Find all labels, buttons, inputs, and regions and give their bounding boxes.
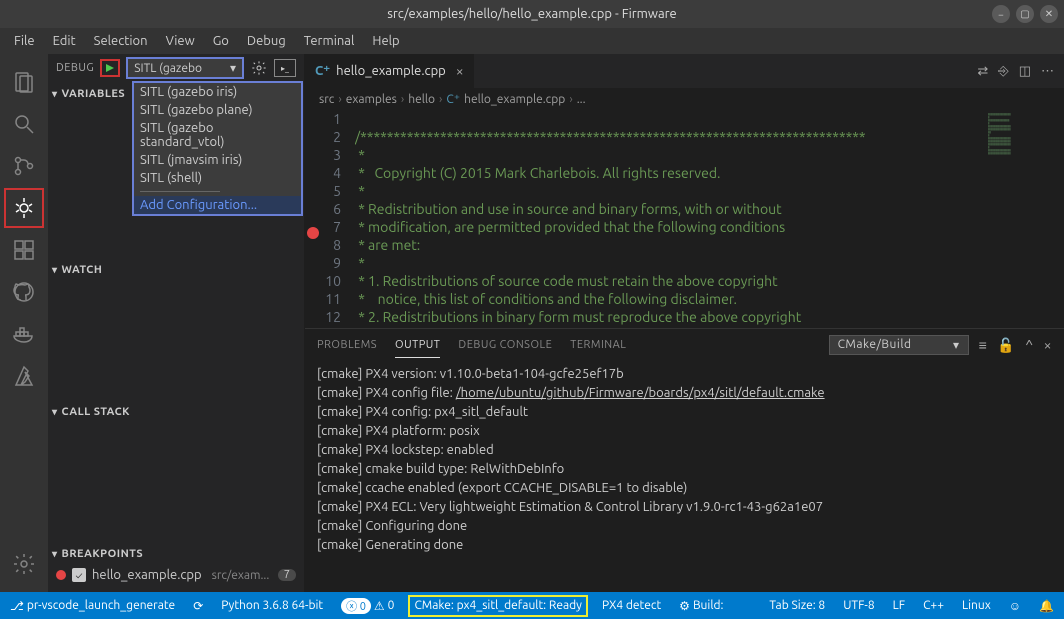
azure-icon[interactable] <box>4 356 44 396</box>
menu-debug[interactable]: Debug <box>239 31 294 51</box>
git-icon[interactable]: ⎆ <box>998 64 1008 79</box>
maximize-panel-icon[interactable]: ^ <box>1025 337 1033 353</box>
menu-edit[interactable]: Edit <box>45 31 84 51</box>
status-lang[interactable]: C++ <box>919 595 948 617</box>
editor-tab-bar: C⁺ hello_example.cpp × ⇄ ⎆ ◫ ⋯ <box>305 54 1064 88</box>
debug-label: DEBUG <box>56 62 94 74</box>
sync-icon: ⟳ <box>193 599 203 613</box>
status-feedback-icon[interactable]: ☺ <box>1005 595 1025 617</box>
more-actions-icon[interactable]: ⋯ <box>1041 64 1054 79</box>
gutter-breakpoint-icon[interactable] <box>307 227 319 239</box>
bottom-panel: PROBLEMS OUTPUT DEBUG CONSOLE TERMINAL C… <box>305 328 1064 566</box>
menu-file[interactable]: File <box>6 31 43 51</box>
github-icon[interactable] <box>4 272 44 312</box>
lock-scroll-icon[interactable]: 🔓 <box>997 337 1015 354</box>
breakpoint-file: hello_example.cpp <box>92 568 202 582</box>
docker-icon[interactable] <box>4 314 44 354</box>
output-channel-select[interactable]: CMake/Build▾ <box>829 335 969 355</box>
dropdown-add-config[interactable]: Add Configuration... <box>134 196 301 214</box>
code-content[interactable]: /***************************************… <box>355 110 984 328</box>
activity-bar <box>0 54 48 592</box>
menu-terminal[interactable]: Terminal <box>296 31 363 51</box>
minimize-button[interactable]: − <box>992 5 1010 23</box>
dropdown-option[interactable]: SITL (jmavsim iris) <box>134 151 301 169</box>
dropdown-option[interactable]: SITL (gazebo standard_vtol) <box>134 119 301 151</box>
minimap[interactable]: ████████████████████████████████████████… <box>984 110 1064 328</box>
branch-icon: ⎇ <box>10 599 24 613</box>
status-python[interactable]: Python 3.6.8 64-bit <box>217 595 327 617</box>
extensions-icon[interactable] <box>4 230 44 270</box>
status-detect[interactable]: PX4 detect <box>598 595 665 617</box>
search-icon[interactable] <box>4 104 44 144</box>
breakpoint-row[interactable]: ✓ hello_example.cpp src/exam... 7 <box>48 566 304 584</box>
panel-tab-terminal[interactable]: TERMINAL <box>570 333 626 357</box>
status-tabsize[interactable]: Tab Size: 8 <box>765 595 829 617</box>
menu-go[interactable]: Go <box>205 31 237 51</box>
status-eol[interactable]: LF <box>889 595 909 617</box>
tab-filename: hello_example.cpp <box>336 64 446 78</box>
dropdown-option[interactable]: SITL (gazebo iris) <box>134 83 301 101</box>
panel-tab-problems[interactable]: PROBLEMS <box>317 333 377 357</box>
dropdown-option[interactable]: SITL (gazebo plane) <box>134 101 301 119</box>
close-panel-icon[interactable]: × <box>1044 337 1052 353</box>
section-breakpoints[interactable]: ▾BREAKPOINTS <box>48 542 304 566</box>
menu-view[interactable]: View <box>158 31 203 51</box>
split-editor-icon[interactable]: ◫ <box>1019 64 1031 79</box>
dropdown-option[interactable]: SITL (shell) <box>134 169 301 187</box>
breakpoint-path: src/exam... <box>212 569 270 582</box>
menu-selection[interactable]: Selection <box>86 31 156 51</box>
maximize-button[interactable]: ▢ <box>1016 5 1034 23</box>
debug-console-button[interactable]: ▸_ <box>274 59 296 77</box>
output-body[interactable]: [cmake] PX4 version: v1.10.0-beta1-104-g… <box>305 361 1064 566</box>
status-bar: ⎇pr-vscode_launch_generate ⟳ Python 3.6.… <box>0 592 1064 619</box>
panel-tab-output[interactable]: OUTPUT <box>395 333 440 358</box>
breakpoint-checkbox[interactable]: ✓ <box>72 568 86 582</box>
warning-icon: ⚠ <box>374 599 385 613</box>
clear-output-icon[interactable]: ≡ <box>979 337 988 353</box>
gear-icon: ⚙ <box>679 599 690 613</box>
status-platform[interactable]: Linux <box>958 595 995 617</box>
editor-tab[interactable]: C⁺ hello_example.cpp × <box>305 54 474 88</box>
os-titlebar: src/examples/hello/hello_example.cpp - F… <box>0 0 1064 28</box>
status-bell-icon[interactable]: 🔔 <box>1035 595 1058 617</box>
section-callstack[interactable]: ▾CALL STACK <box>48 400 304 424</box>
editor-area: C⁺ hello_example.cpp × ⇄ ⎆ ◫ ⋯ src› exam… <box>305 54 1064 592</box>
debug-config-select[interactable]: SITL (gazebo▾ <box>126 57 244 79</box>
status-problems[interactable]: ⓧ 0⚠0 <box>337 595 398 617</box>
breakpoint-dot-icon <box>56 570 66 580</box>
debug-config-dropdown: SITL (gazebo iris) SITL (gazebo plane) S… <box>132 81 303 216</box>
source-control-icon[interactable] <box>4 146 44 186</box>
debug-config-gear-icon[interactable] <box>250 59 268 77</box>
tab-close-icon[interactable]: × <box>456 63 464 79</box>
status-cmake[interactable]: CMake: px4_sitl_default: Ready <box>408 595 587 617</box>
status-encoding[interactable]: UTF-8 <box>839 595 878 617</box>
close-window-button[interactable]: ✕ <box>1040 5 1058 23</box>
section-watch[interactable]: ▾WATCH <box>48 258 304 282</box>
panel-tab-debug-console[interactable]: DEBUG CONSOLE <box>458 333 552 357</box>
debug-icon[interactable] <box>4 188 44 228</box>
status-sync[interactable]: ⟳ <box>189 595 207 617</box>
breadcrumb[interactable]: src› examples› hello› C⁺hello_example.cp… <box>305 88 1064 110</box>
breakpoint-line: 7 <box>278 569 296 581</box>
explorer-icon[interactable] <box>4 62 44 102</box>
cpp-file-icon: C⁺ <box>315 64 330 79</box>
compare-icon[interactable]: ⇄ <box>977 64 988 79</box>
menu-bar: File Edit Selection View Go Debug Termin… <box>0 28 1064 54</box>
status-build[interactable]: ⚙Build: <box>675 595 727 617</box>
start-debug-button[interactable] <box>100 59 120 77</box>
settings-icon[interactable] <box>4 544 44 584</box>
menu-help[interactable]: Help <box>364 31 407 51</box>
status-branch[interactable]: ⎇pr-vscode_launch_generate <box>6 595 179 617</box>
line-gutter: 123456789101112 <box>305 110 355 328</box>
code-editor[interactable]: 123456789101112 /***********************… <box>305 110 1064 328</box>
window-title: src/examples/hello/hello_example.cpp - F… <box>387 7 676 21</box>
